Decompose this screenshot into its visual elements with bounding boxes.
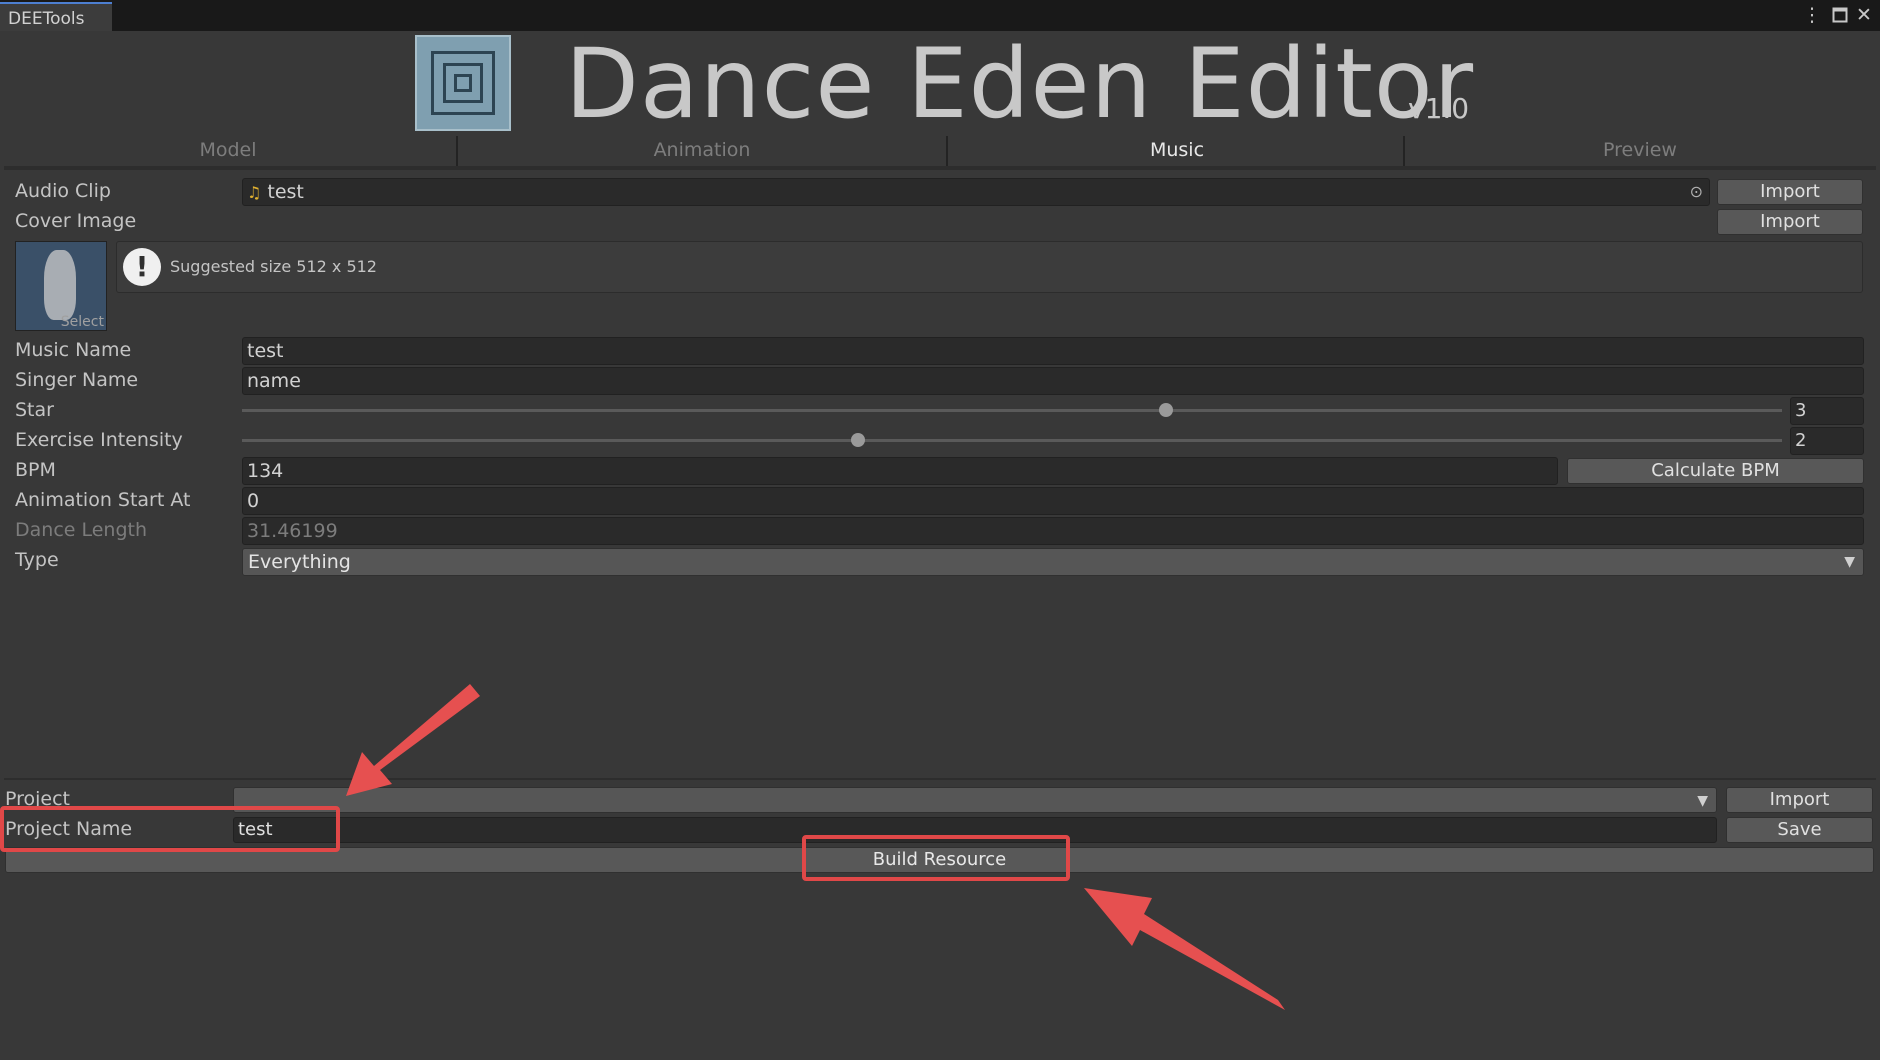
tab-divider — [946, 136, 948, 166]
help-box: ! Suggested size 512 x 512 — [116, 241, 1863, 293]
calculate-bpm-button[interactable]: Calculate BPM — [1567, 458, 1864, 484]
cover-image-thumbnail[interactable]: Select — [15, 241, 107, 331]
dance-length-field: 31.46199 — [242, 517, 1864, 545]
type-dropdown[interactable]: Everything ▼ — [242, 548, 1864, 576]
maximize-icon[interactable] — [1828, 3, 1852, 27]
chevron-down-icon: ▼ — [1844, 554, 1855, 570]
project-import-button[interactable]: Import — [1726, 787, 1873, 813]
cover-import-button[interactable]: Import — [1717, 209, 1863, 235]
project-dropdown[interactable]: ▼ — [233, 787, 1717, 813]
annotation-arrow-icon — [1084, 888, 1285, 1010]
tab-model[interactable]: Model — [4, 136, 452, 166]
tab-underline — [4, 166, 1876, 170]
qr-logo-icon — [415, 35, 511, 131]
section-divider — [4, 778, 1876, 780]
audio-clip-label: Audio Clip — [15, 180, 111, 202]
music-note-icon: ♫ — [247, 183, 262, 202]
help-text: Suggested size 512 x 512 — [170, 257, 377, 276]
tab-animation[interactable]: Animation — [460, 136, 944, 166]
intensity-value-input[interactable]: 2 — [1790, 427, 1864, 455]
tab-divider — [1403, 136, 1405, 166]
tab-preview[interactable]: Preview — [1407, 136, 1873, 166]
animation-start-input[interactable]: 0 — [242, 487, 1864, 515]
dance-length-label: Dance Length — [15, 519, 148, 541]
exercise-intensity-label: Exercise Intensity — [15, 429, 183, 451]
chevron-down-icon: ▼ — [1697, 793, 1708, 809]
audio-clip-value: test — [267, 181, 304, 203]
type-dropdown-value: Everything — [248, 551, 351, 573]
bpm-label: BPM — [15, 459, 56, 481]
star-label: Star — [15, 399, 54, 421]
cover-image-label: Cover Image — [15, 210, 137, 232]
star-slider-track[interactable] — [242, 409, 1782, 412]
star-value-input[interactable]: 3 — [1790, 397, 1864, 425]
app-version: v1.0 — [1408, 92, 1470, 125]
more-vert-icon[interactable]: ⋮ — [1800, 3, 1824, 27]
intensity-slider-track[interactable] — [242, 439, 1782, 442]
object-picker-icon[interactable]: ⊙ — [1690, 179, 1703, 205]
intensity-slider-handle[interactable] — [851, 433, 865, 447]
animation-start-label: Animation Start At — [15, 489, 191, 511]
app-title: Dance Eden Editor — [565, 28, 1475, 140]
music-name-label: Music Name — [15, 339, 132, 361]
tab-music[interactable]: Music — [950, 136, 1404, 166]
annotation-highlight-project-name — [0, 806, 340, 852]
bpm-input[interactable]: 134 — [242, 457, 1558, 485]
save-button[interactable]: Save — [1726, 817, 1873, 843]
singer-name-label: Singer Name — [15, 369, 139, 391]
singer-name-input[interactable]: name — [242, 367, 1864, 395]
type-label: Type — [15, 549, 59, 571]
music-name-input[interactable]: test — [242, 337, 1864, 365]
audio-import-button[interactable]: Import — [1717, 179, 1863, 205]
star-slider-handle[interactable] — [1159, 403, 1173, 417]
cover-figure — [44, 250, 76, 320]
window-tab[interactable]: DEETools — [0, 2, 112, 31]
close-icon[interactable]: ✕ — [1852, 3, 1876, 27]
audio-clip-field[interactable]: ♫ test ⊙ — [242, 178, 1710, 206]
annotation-highlight-build-resource — [802, 835, 1070, 881]
warning-icon: ! — [123, 248, 161, 286]
window-tab-strip — [0, 0, 1880, 31]
tab-divider — [456, 136, 458, 166]
cover-select-label[interactable]: Select — [61, 314, 104, 330]
